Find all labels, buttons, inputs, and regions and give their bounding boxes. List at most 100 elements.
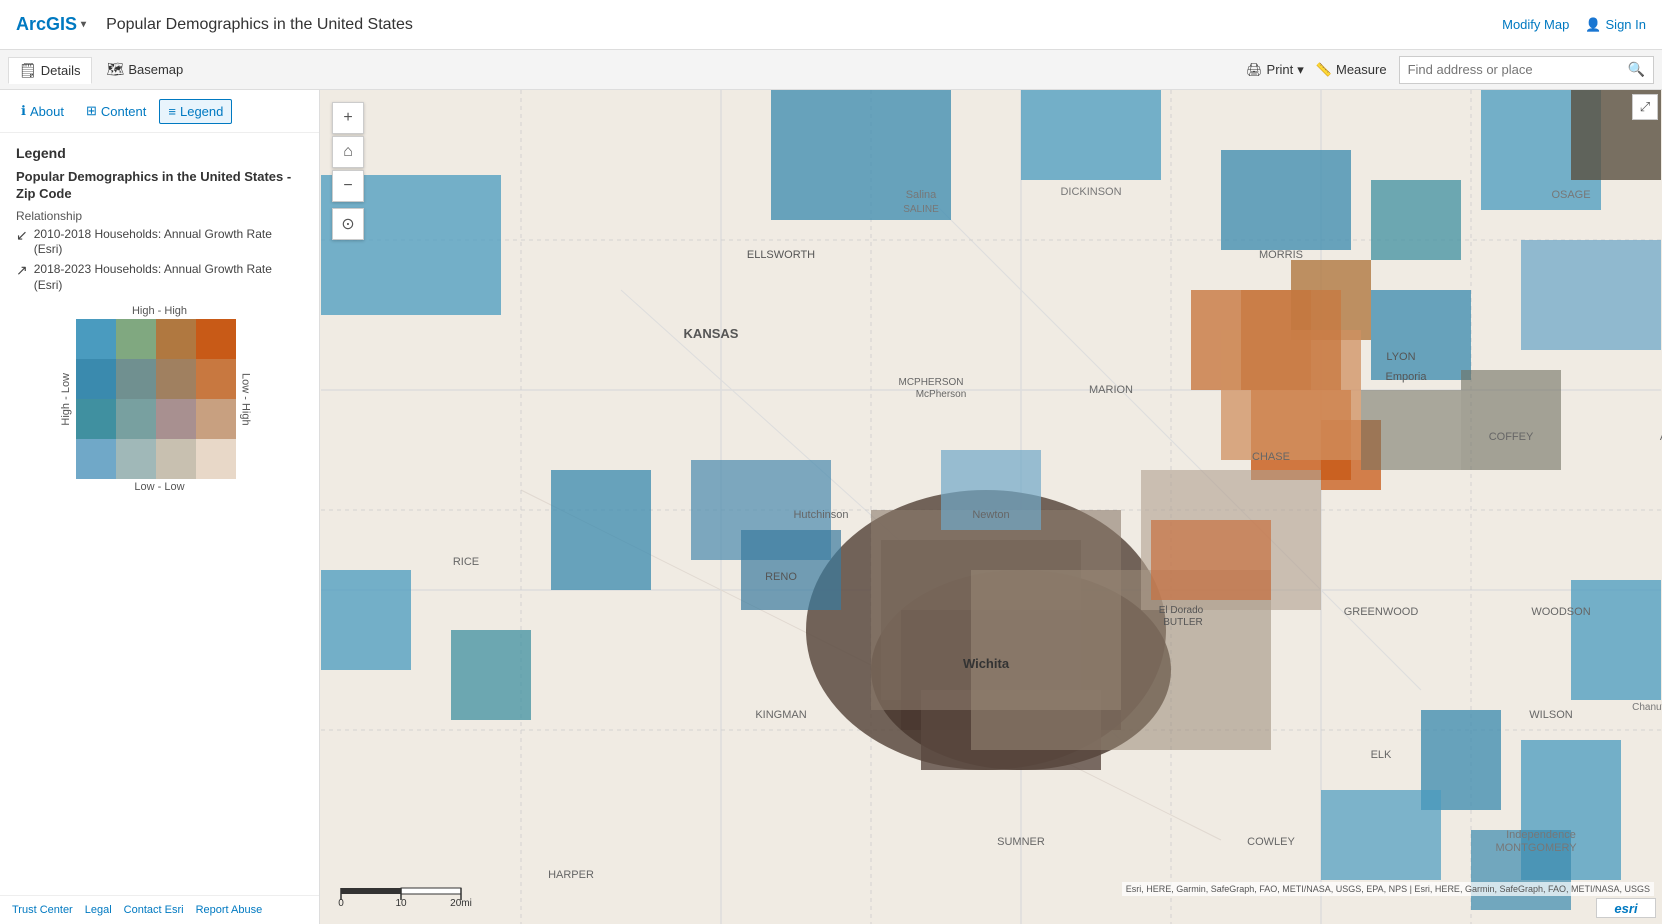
locate-button[interactable]: ⊙ xyxy=(332,208,364,240)
relationship-item-2: ↗ 2018-2023 Households: Annual Growth Ra… xyxy=(16,262,303,293)
bv-cell-1-4 xyxy=(76,319,116,359)
arcgis-logo[interactable]: ArcGIS ▾ xyxy=(16,14,86,35)
topbar-left: ArcGIS ▾ Popular Demographics in the Uni… xyxy=(16,14,413,35)
map-attribution: Esri, HERE, Garmin, SafeGraph, FAO, METI… xyxy=(1122,882,1654,896)
svg-text:SUMNER: SUMNER xyxy=(997,836,1045,848)
svg-text:ELLSWORTH: ELLSWORTH xyxy=(747,249,815,261)
sign-in-button[interactable]: 👤 Sign In xyxy=(1585,17,1646,33)
svg-text:Independence: Independence xyxy=(1506,829,1576,841)
print-dropdown-caret: ▾ xyxy=(1297,62,1304,78)
details-label: Details xyxy=(41,63,81,78)
print-label: Print xyxy=(1267,62,1294,77)
top-navigation-bar: ArcGIS ▾ Popular Demographics in the Uni… xyxy=(0,0,1662,50)
search-container: 🔍 xyxy=(1399,56,1654,84)
about-tab[interactable]: ℹ About xyxy=(12,98,73,124)
details-icon: 🗒 xyxy=(19,62,37,79)
svg-text:DICKINSON: DICKINSON xyxy=(1060,186,1121,198)
svg-text:Wichita: Wichita xyxy=(963,656,1010,671)
svg-text:ELK: ELK xyxy=(1371,749,1392,761)
measure-label: Measure xyxy=(1336,62,1387,77)
bv-cell-3-1 xyxy=(156,439,196,479)
relationship-item-1: ↙ 2010-2018 Households: Annual Growth Ra… xyxy=(16,227,303,258)
about-label: About xyxy=(30,104,64,119)
map-maximize-button[interactable]: ⤢ xyxy=(1632,94,1658,120)
svg-text:OSAGE: OSAGE xyxy=(1551,189,1590,201)
bivariate-grid xyxy=(76,319,236,479)
zoom-out-button[interactable]: − xyxy=(332,170,364,202)
svg-text:MCPHERSON: MCPHERSON xyxy=(898,377,963,388)
bv-cell-2-1 xyxy=(116,439,156,479)
legend-tab[interactable]: ≡ Legend xyxy=(159,99,232,124)
measure-icon: 📏 xyxy=(1316,62,1332,78)
printer-icon: 🖨 xyxy=(1246,62,1263,78)
svg-text:MORRIS: MORRIS xyxy=(1259,249,1303,261)
svg-text:McPherson: McPherson xyxy=(916,389,967,400)
svg-text:Newton: Newton xyxy=(972,509,1009,521)
about-icon: ℹ xyxy=(21,103,26,119)
arcgis-wordmark: ArcGIS xyxy=(16,14,77,35)
relationship-text-2: 2018-2023 Households: Annual Growth Rate… xyxy=(34,262,303,293)
bv-cell-3-2 xyxy=(156,399,196,439)
map-title: Popular Demographics in the United State… xyxy=(106,16,413,34)
basemap-tab[interactable]: 🗺 Basemap xyxy=(96,56,195,83)
legend-icon: ≡ xyxy=(168,104,176,119)
trust-center-link[interactable]: Trust Center xyxy=(12,904,73,916)
svg-text:SALINE: SALINE xyxy=(903,204,939,215)
modify-map-button[interactable]: Modify Map xyxy=(1502,17,1569,32)
svg-text:MONTGOMERY: MONTGOMERY xyxy=(1495,842,1577,854)
legal-link[interactable]: Legal xyxy=(85,904,112,916)
svg-text:RICE: RICE xyxy=(453,556,479,568)
bv-label-bottom: Low - Low xyxy=(60,481,260,493)
map-controls: + ⌂ − ⊙ xyxy=(332,102,364,240)
svg-text:GREENWOOD: GREENWOOD xyxy=(1344,606,1419,618)
toolbar-right-group: 🖨 Print ▾ 📏 Measure 🔍 xyxy=(1246,56,1654,84)
topbar-right: Modify Map 👤 Sign In xyxy=(1502,17,1646,33)
basemap-label: Basemap xyxy=(128,62,183,77)
svg-text:HARPER: HARPER xyxy=(548,869,594,881)
arrow-icon-2: ↗ xyxy=(16,261,28,279)
bv-label-top: High - High xyxy=(60,305,260,317)
svg-text:El Dorado: El Dorado xyxy=(1159,605,1204,616)
svg-text:BUTLER: BUTLER xyxy=(1163,617,1202,628)
map-canvas[interactable]: KANSAS ELLSWORTH MCPHERSON McPherson MAR… xyxy=(320,90,1662,924)
home-button[interactable]: ⌂ xyxy=(332,136,364,168)
svg-text:20mi: 20mi xyxy=(450,898,472,909)
content-tab[interactable]: ⊞ Content xyxy=(77,98,155,124)
search-button[interactable]: 🔍 xyxy=(1620,61,1653,78)
zoom-in-button[interactable]: + xyxy=(332,102,364,134)
report-abuse-link[interactable]: Report Abuse xyxy=(196,904,263,916)
map-container[interactable]: KANSAS ELLSWORTH MCPHERSON McPherson MAR… xyxy=(320,90,1662,924)
sidebar-footer: Trust Center Legal Contact Esri Report A… xyxy=(0,895,319,924)
bv-cell-4-4 xyxy=(196,319,236,359)
legend-label: Legend xyxy=(180,104,223,119)
contact-esri-link[interactable]: Contact Esri xyxy=(124,904,184,916)
relationship-text-1: 2010-2018 Households: Annual Growth Rate… xyxy=(34,227,303,258)
relationship-label: Relationship xyxy=(16,209,303,223)
toolbar: 🗒 Details 🗺 Basemap 🖨 Print ▾ 📏 Measure … xyxy=(0,50,1662,90)
bv-cell-1-2 xyxy=(76,399,116,439)
bv-cell-2-3 xyxy=(116,359,156,399)
sidebar: ℹ About ⊞ Content ≡ Legend Legend Popula… xyxy=(0,90,320,924)
details-tab[interactable]: 🗒 Details xyxy=(8,57,92,84)
svg-text:Salina: Salina xyxy=(906,189,937,201)
legend-content: Legend Popular Demographics in the Unite… xyxy=(0,133,319,505)
search-input[interactable] xyxy=(1400,62,1620,77)
print-button[interactable]: 🖨 Print ▾ xyxy=(1246,62,1304,78)
legend-title: Legend xyxy=(16,145,303,161)
svg-text:COWLEY: COWLEY xyxy=(1247,836,1295,848)
measure-button[interactable]: 📏 Measure xyxy=(1316,62,1387,78)
arrow-icon-1: ↙ xyxy=(16,226,28,244)
svg-text:Emporia: Emporia xyxy=(1386,371,1428,383)
search-icon: 🔍 xyxy=(1628,61,1645,77)
svg-text:RENO: RENO xyxy=(765,571,797,583)
content-icon: ⊞ xyxy=(86,103,97,119)
svg-text:LYON: LYON xyxy=(1386,351,1415,363)
sidebar-tabs: ℹ About ⊞ Content ≡ Legend xyxy=(0,90,319,133)
bv-cell-3-3 xyxy=(156,359,196,399)
svg-text:COFFEY: COFFEY xyxy=(1489,431,1534,443)
svg-text:CHASE: CHASE xyxy=(1252,451,1290,463)
arcgis-dropdown-caret[interactable]: ▾ xyxy=(81,19,86,30)
bv-cell-4-1 xyxy=(196,439,236,479)
bv-cell-1-3 xyxy=(76,359,116,399)
legend-layer-name: Popular Demographics in the United State… xyxy=(16,169,303,203)
